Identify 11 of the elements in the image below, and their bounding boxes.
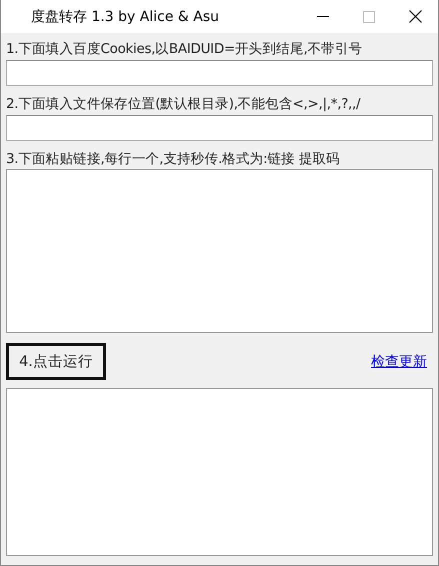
minimize-icon[interactable]	[317, 16, 329, 18]
folder-input-field[interactable]	[6, 115, 433, 141]
update-link[interactable]: 检查更新	[371, 352, 427, 370]
maximize-icon[interactable]	[363, 10, 375, 22]
cookies-input-field[interactable]	[6, 60, 433, 86]
window-title: 度盘转存 1.3 by Alice & Asu	[31, 8, 220, 26]
field-label: 3.下面粘贴链接,每行一个,支持秒传.格式为:链接 提取码	[6, 150, 341, 169]
run-button[interactable]: 4.点击运行	[6, 343, 106, 380]
field-label: 2.下面填入文件保存位置(默认根目录),不能包含<,>,|,*,?,,/	[6, 95, 362, 114]
close-icon[interactable]	[408, 10, 422, 23]
field-label: 1.下面填入百度Cookies,以BAIDUID=开头到结尾,不带引号	[6, 40, 364, 59]
